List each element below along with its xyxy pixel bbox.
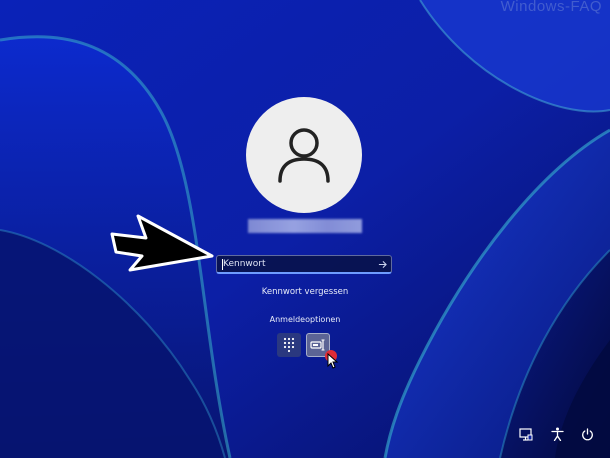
lock-screen: Windows-FAQ Kennwort vergessen Anmeldeop…	[0, 0, 610, 458]
submit-arrow-icon[interactable]	[373, 256, 391, 272]
power-icon	[581, 427, 593, 440]
password-key-icon	[310, 339, 325, 351]
power-button[interactable]	[578, 425, 596, 443]
password-field[interactable]	[216, 255, 392, 274]
forgot-password-link[interactable]: Kennwort vergessen	[0, 287, 610, 297]
watermark: Windows-FAQ	[500, 0, 602, 15]
text-caret	[222, 259, 223, 270]
password-input[interactable]	[217, 256, 373, 272]
signin-option-pin[interactable]	[277, 333, 301, 357]
network-icon	[519, 427, 533, 441]
network-button[interactable]	[517, 425, 535, 443]
accessibility-icon	[550, 427, 564, 441]
accessibility-button[interactable]	[548, 425, 566, 443]
pin-icon	[283, 337, 295, 353]
user-icon	[278, 128, 330, 183]
mouse-cursor-icon	[327, 353, 339, 369]
pointer-arrow-annotation	[110, 214, 214, 272]
signin-options-label: Anmeldeoptionen	[269, 315, 341, 324]
username-redacted	[248, 219, 362, 233]
user-avatar	[246, 97, 362, 213]
